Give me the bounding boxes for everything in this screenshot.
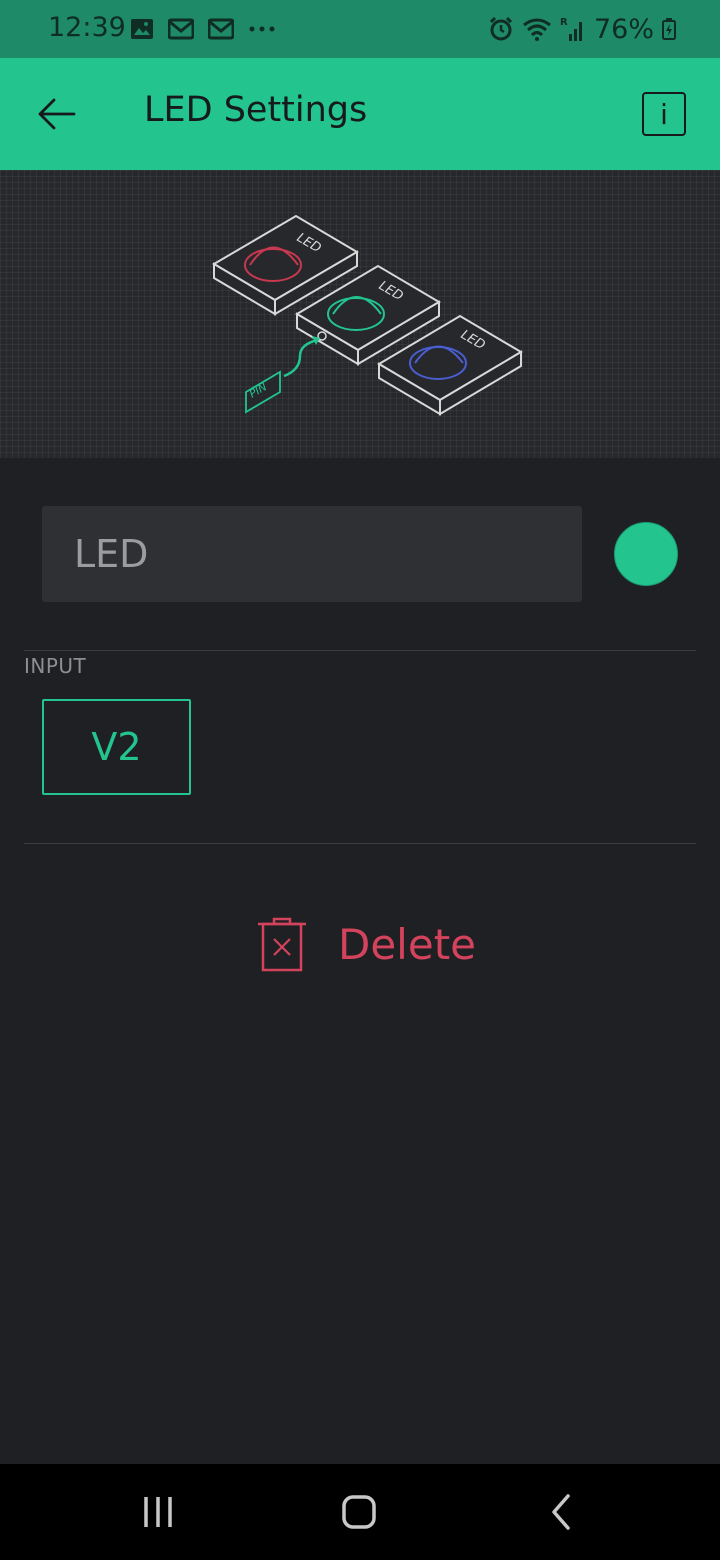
- gmail-icon: [208, 18, 234, 40]
- delete-button[interactable]: Delete: [256, 912, 476, 976]
- system-back-button[interactable]: [532, 1484, 588, 1540]
- svg-text:R: R: [560, 17, 568, 28]
- divider: [24, 650, 696, 651]
- status-bar: 12:39 R 76%: [0, 0, 720, 58]
- info-button[interactable]: i: [642, 92, 686, 136]
- app-bar: LED Settings i: [0, 58, 720, 170]
- trash-icon: [258, 917, 306, 972]
- delete-label: Delete: [338, 919, 476, 969]
- battery-charging-icon: [662, 18, 676, 40]
- pin-select-button[interactable]: V2: [42, 699, 191, 795]
- widget-illustration: LED LED LED PIN: [0, 170, 720, 458]
- system-nav-bar: [0, 1464, 720, 1560]
- signal-icon: R: [560, 17, 582, 41]
- image-icon: [131, 19, 153, 39]
- home-button[interactable]: [331, 1484, 387, 1540]
- pin-tag: PIN: [245, 336, 320, 414]
- status-notification-icons: [130, 16, 276, 42]
- status-time: 12:39: [48, 12, 126, 43]
- home-icon: [342, 1495, 376, 1529]
- more-dots-icon: [249, 26, 275, 32]
- status-system-icons: R 76%: [488, 12, 676, 46]
- gmail-icon: [168, 18, 194, 40]
- arrow-left-icon: [38, 98, 76, 130]
- back-button[interactable]: [34, 94, 78, 134]
- page-title: LED Settings: [144, 90, 368, 130]
- input-section-label: INPUT: [24, 654, 87, 678]
- color-picker-button[interactable]: [614, 522, 678, 586]
- battery-percent: 76%: [593, 13, 654, 45]
- recent-apps-button[interactable]: [130, 1484, 186, 1540]
- info-icon: i: [660, 97, 668, 131]
- alarm-icon: [489, 16, 513, 41]
- recent-apps-icon: [144, 1497, 172, 1527]
- divider: [24, 843, 696, 844]
- widget-name-input[interactable]: LED: [42, 506, 582, 602]
- chevron-left-icon: [552, 1494, 570, 1530]
- pin-value: V2: [91, 725, 142, 769]
- wifi-icon: [523, 18, 551, 41]
- led-illustration: LED LED LED PIN: [212, 214, 523, 416]
